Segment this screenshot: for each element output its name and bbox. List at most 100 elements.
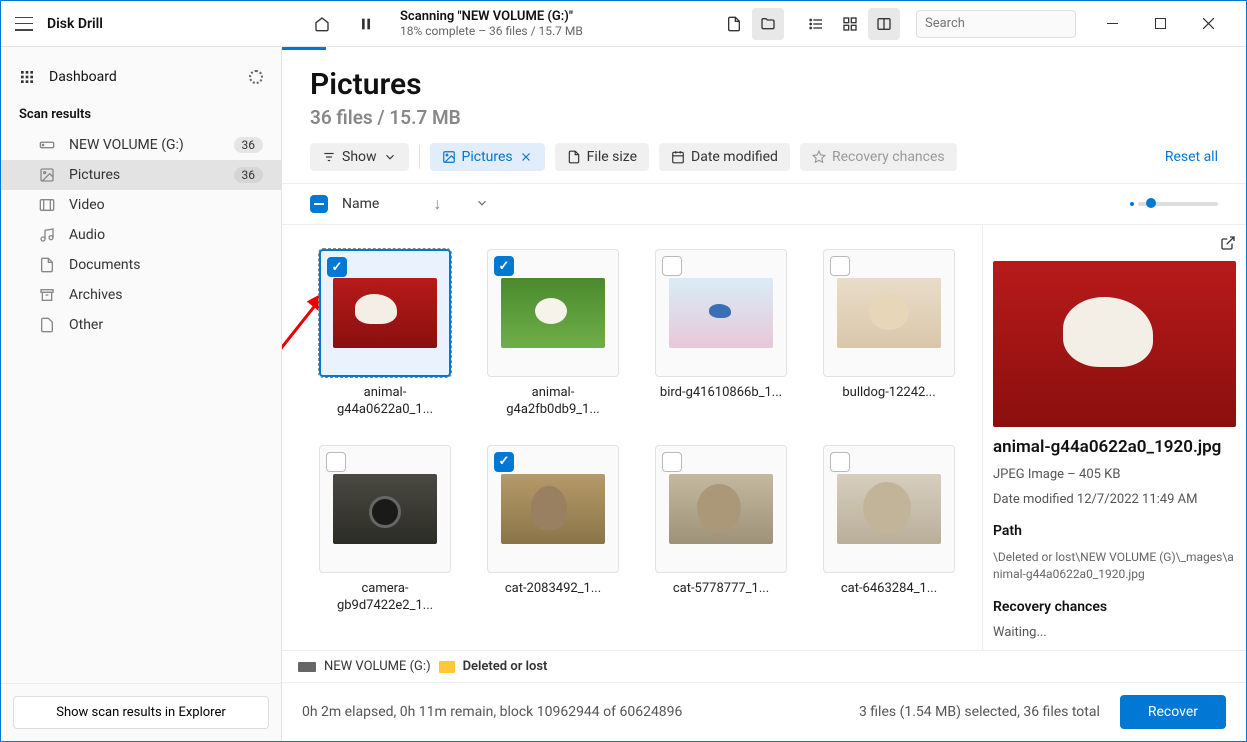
breadcrumb-drive[interactable]: NEW VOLUME (G:) bbox=[324, 659, 431, 674]
recover-button[interactable]: Recover bbox=[1120, 695, 1226, 729]
sidebar-section-header: Scan results bbox=[1, 93, 281, 130]
file-icon[interactable] bbox=[718, 8, 750, 40]
status-selection: 3 files (1.54 MB) selected, 36 files tot… bbox=[859, 704, 1100, 720]
file-name: camera-gb9d7422e2_1... bbox=[320, 581, 450, 615]
filter-pictures[interactable]: Pictures bbox=[430, 143, 545, 171]
columns-view-icon[interactable] bbox=[868, 8, 900, 40]
thumbnail[interactable] bbox=[487, 249, 619, 377]
list-view-icon[interactable] bbox=[800, 8, 832, 40]
file-card[interactable]: cat-2083492_1... bbox=[478, 445, 628, 615]
filter-filesize[interactable]: File size bbox=[555, 143, 649, 171]
grid-view-icon[interactable] bbox=[834, 8, 866, 40]
expand-caret-icon[interactable] bbox=[475, 195, 489, 214]
file-checkbox[interactable] bbox=[662, 452, 682, 472]
thumbnail[interactable] bbox=[823, 445, 955, 573]
scan-subtitle: 18% complete – 36 files / 15.7 MB bbox=[400, 24, 583, 38]
thumbnail[interactable] bbox=[319, 445, 451, 573]
progress-indicator bbox=[282, 47, 326, 50]
search-input[interactable] bbox=[925, 16, 1091, 31]
picture-icon bbox=[39, 167, 55, 183]
file-checkbox[interactable] bbox=[494, 452, 514, 472]
home-icon[interactable] bbox=[306, 8, 338, 40]
zoom-slider[interactable] bbox=[1130, 202, 1218, 206]
thumbnail[interactable] bbox=[655, 249, 787, 377]
sidebar-item-new-volume-g-[interactable]: NEW VOLUME (G:)36 bbox=[1, 130, 281, 160]
file-checkbox[interactable] bbox=[494, 256, 514, 276]
thumbnail[interactable] bbox=[655, 445, 787, 573]
archive-icon bbox=[39, 287, 55, 303]
sort-arrow-icon[interactable]: ↓ bbox=[433, 194, 441, 214]
reset-all-link[interactable]: Reset all bbox=[1165, 149, 1218, 165]
file-card[interactable]: animal-g4a2fb0db9_1... bbox=[478, 249, 628, 419]
sidebar-item-video[interactable]: Video bbox=[1, 190, 281, 220]
maximize-button[interactable] bbox=[1138, 8, 1182, 40]
column-name[interactable]: Name bbox=[342, 196, 379, 212]
file-card[interactable]: cat-6463284_1... bbox=[814, 445, 964, 615]
file-name: animal-g4a2fb0db9_1... bbox=[488, 385, 618, 419]
menu-icon[interactable] bbox=[15, 17, 33, 31]
folder-icon[interactable] bbox=[752, 8, 784, 40]
show-dropdown[interactable]: Show bbox=[310, 143, 409, 171]
search-box[interactable] bbox=[916, 10, 1076, 38]
video-icon bbox=[39, 197, 55, 213]
thumbnail[interactable] bbox=[823, 249, 955, 377]
sidebar-item-audio[interactable]: Audio bbox=[1, 220, 281, 250]
sidebar-item-label: Video bbox=[69, 197, 263, 213]
close-icon[interactable] bbox=[519, 150, 533, 164]
file-checkbox[interactable] bbox=[830, 452, 850, 472]
dashboard-label: Dashboard bbox=[49, 69, 235, 85]
drive-icon bbox=[298, 662, 316, 672]
file-card[interactable]: animal-g44a0622a0_1... bbox=[310, 249, 460, 419]
sidebar-item-label: Archives bbox=[69, 287, 263, 303]
calendar-icon bbox=[671, 150, 685, 164]
sidebar-item-dashboard[interactable]: Dashboard bbox=[1, 61, 281, 93]
sidebar-item-documents[interactable]: Documents bbox=[1, 250, 281, 280]
file-checkbox[interactable] bbox=[327, 257, 347, 277]
chevron-down-icon bbox=[383, 150, 397, 164]
file-checkbox[interactable] bbox=[662, 256, 682, 276]
preview-path-title: Path bbox=[993, 523, 1236, 539]
select-all-checkbox[interactable] bbox=[310, 195, 328, 213]
picture-icon bbox=[442, 150, 456, 164]
filter-datemodified[interactable]: Date modified bbox=[659, 143, 790, 171]
divider bbox=[419, 145, 420, 169]
file-checkbox[interactable] bbox=[830, 256, 850, 276]
show-in-explorer-button[interactable]: Show scan results in Explorer bbox=[13, 696, 269, 729]
content: Pictures 36 files / 15.7 MB Show Picture… bbox=[282, 47, 1246, 741]
thumbnail[interactable] bbox=[487, 445, 619, 573]
file-name: bulldog-12242... bbox=[842, 385, 935, 402]
file-icon bbox=[567, 150, 581, 164]
close-button[interactable] bbox=[1186, 8, 1230, 40]
file-card[interactable]: camera-gb9d7422e2_1... bbox=[310, 445, 460, 615]
file-checkbox[interactable] bbox=[326, 452, 346, 472]
file-name: cat-5778777_1... bbox=[673, 581, 769, 598]
file-card[interactable]: bulldog-12242... bbox=[814, 249, 964, 419]
sidebar-item-other[interactable]: Other bbox=[1, 310, 281, 340]
filter-recovery[interactable]: Recovery chances bbox=[800, 143, 957, 171]
preview-pane: animal-g44a0622a0_1920.jpg JPEG Image – … bbox=[982, 225, 1246, 650]
status-bar: 0h 2m elapsed, 0h 11m remain, block 1096… bbox=[282, 682, 1246, 741]
pause-icon[interactable] bbox=[350, 8, 382, 40]
doc-icon bbox=[39, 257, 55, 273]
popout-icon[interactable] bbox=[1220, 235, 1236, 251]
sidebar-item-label: Audio bbox=[69, 227, 263, 243]
titlebar: Disk Drill Scanning "NEW VOLUME (G:)" 18… bbox=[1, 1, 1246, 47]
breadcrumb-folder[interactable]: Deleted or lost bbox=[463, 659, 548, 674]
file-card[interactable]: cat-5778777_1... bbox=[646, 445, 796, 615]
sidebar-item-archives[interactable]: Archives bbox=[1, 280, 281, 310]
sidebar-item-pictures[interactable]: Pictures36 bbox=[1, 160, 281, 190]
star-icon bbox=[812, 150, 826, 164]
file-grid: animal-g44a0622a0_1... animal-g4a2fb0db9_… bbox=[282, 225, 982, 650]
dashboard-icon bbox=[19, 69, 35, 85]
thumbnail[interactable] bbox=[319, 249, 451, 377]
preview-date: Date modified 12/7/2022 11:49 AM bbox=[993, 492, 1236, 507]
sidebar-badge: 36 bbox=[234, 167, 264, 183]
preview-image bbox=[993, 261, 1236, 427]
minimize-button[interactable] bbox=[1090, 8, 1134, 40]
file-card[interactable]: bird-g41610866b_1... bbox=[646, 249, 796, 419]
sidebar-item-label: Other bbox=[69, 317, 263, 333]
thumbnail-image bbox=[501, 474, 605, 544]
file-name: bird-g41610866b_1... bbox=[660, 385, 782, 402]
thumbnail-image bbox=[837, 278, 941, 348]
page-subtitle: 36 files / 15.7 MB bbox=[310, 106, 1218, 129]
